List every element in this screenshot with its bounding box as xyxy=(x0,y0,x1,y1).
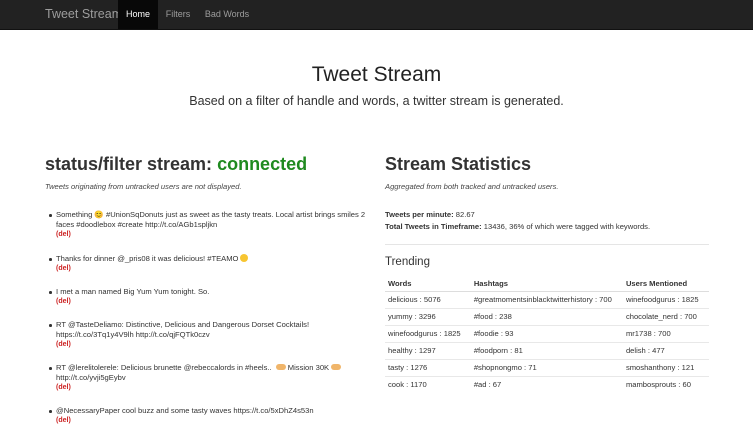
col-header-hashtags: Hashtags xyxy=(470,275,623,292)
tweet-text-cont: Mission 30K xyxy=(287,363,330,372)
total-label: Total Tweets in Timeframe: xyxy=(385,222,482,231)
table-header-row: Words Hashtags Users Mentioned xyxy=(385,275,709,292)
tweet-link[interactable]: http://t.co/yvji5gEybv xyxy=(56,373,126,382)
tweet-item: RT @TasteDeliamo: Distinctive, Delicious… xyxy=(49,320,368,350)
tweet-item: RT @lerelitolerele: Delicious brunette @… xyxy=(49,363,368,393)
hashtag-cell: #ad : 67 xyxy=(470,376,623,393)
tweet-text: RT @TasteDeliamo: Distinctive, Delicious… xyxy=(56,320,310,339)
trending-heading: Trending xyxy=(385,256,430,268)
tpm-value: 82.67 xyxy=(455,210,475,219)
word-cell: tasty : 1276 xyxy=(385,359,471,377)
delete-link[interactable]: (del) xyxy=(56,230,368,240)
page-title: Tweet Stream xyxy=(311,63,442,86)
word-cell: cook : 1170 xyxy=(385,376,471,393)
word-cell: yummy : 3296 xyxy=(385,308,471,326)
trending-table: Words Hashtags Users Mentioned delicious… xyxy=(385,275,709,393)
table-row: cook : 1170 #ad : 67 mambosprouts : 60 xyxy=(385,376,709,393)
stats-heading: Stream Statistics xyxy=(385,154,532,174)
delete-link[interactable]: (del) xyxy=(56,383,368,393)
col-header-users: Users Mentioned xyxy=(622,275,709,292)
table-row: delicious : 5076 #greatmomentsinblacktwi… xyxy=(385,291,709,309)
hashtag-cell: #foodie : 93 xyxy=(470,325,623,343)
total-value: 13436, 36% of which were tagged with key… xyxy=(483,222,651,231)
tweet-text: Thanks for dinner @_pris08 it was delici… xyxy=(56,254,239,263)
tpm-label: Tweets per minute: xyxy=(385,210,454,219)
stream-note: Tweets originating from untracked users … xyxy=(45,182,242,191)
tweet-item: @NecessaryPaper cool buzz and some tasty… xyxy=(49,406,368,426)
brand-link[interactable]: Tweet Stream xyxy=(45,0,122,29)
tweet-text: @NecessaryPaper cool buzz and some tasty… xyxy=(56,406,314,415)
delete-link[interactable]: (del) xyxy=(56,297,368,307)
total-tweets: Total Tweets in Timeframe: 13436, 36% of… xyxy=(385,222,650,231)
user-cell: mr1738 : 700 xyxy=(622,325,709,343)
stream-status: connected xyxy=(217,154,308,174)
word-cell: delicious : 5076 xyxy=(385,291,471,309)
tweet-item: Something 😊 #UnionSqDonuts just as sweet… xyxy=(49,210,368,240)
tweets-per-minute: Tweets per minute: 82.67 xyxy=(385,210,475,219)
stream-heading: status/filter stream: connected xyxy=(45,154,307,175)
stats-note: Aggregated from both tracked and untrack… xyxy=(385,182,559,191)
word-cell: winefoodgurus : 1825 xyxy=(385,325,471,343)
hashtag-cell: #foodporn : 81 xyxy=(470,342,623,360)
user-cell: delish : 477 xyxy=(622,342,709,360)
user-cell: chocolate_nerd : 700 xyxy=(622,308,709,326)
col-header-words: Words xyxy=(385,275,471,292)
tweet-item: Thanks for dinner @_pris08 it was delici… xyxy=(49,254,368,274)
pointing-hand-emoji-icon xyxy=(275,364,286,370)
hashtag-cell: #greatmomentsinblacktwitterhistory : 700 xyxy=(470,291,623,309)
hashtag-cell: #shopnongmo : 71 xyxy=(470,359,623,377)
delete-link[interactable]: (del) xyxy=(56,416,368,426)
word-cell: healthy : 1297 xyxy=(385,342,471,360)
page-subtitle: Based on a filter of handle and words, a… xyxy=(189,94,564,108)
kiss-emoji-icon xyxy=(240,254,249,262)
navbar: Tweet Stream Home Filters Bad Words xyxy=(0,0,753,30)
nav-home[interactable]: Home xyxy=(118,0,158,29)
table-row: winefoodgurus : 1825 #foodie : 93 mr1738… xyxy=(385,325,709,343)
table-row: tasty : 1276 #shopnongmo : 71 smoshantho… xyxy=(385,359,709,377)
table-row: healthy : 1297 #foodporn : 81 delish : 4… xyxy=(385,342,709,360)
divider xyxy=(385,244,709,245)
hashtag-cell: #food : 238 xyxy=(470,308,623,326)
tweet-text: RT @lerelitolerele: Delicious brunette @… xyxy=(56,363,272,372)
delete-link[interactable]: (del) xyxy=(56,264,368,274)
table-row: yummy : 3296 #food : 238 chocolate_nerd … xyxy=(385,308,709,326)
nav-filters[interactable]: Filters xyxy=(161,0,195,29)
user-cell: mambosprouts : 60 xyxy=(622,376,709,393)
tweet-item: I met a man named Big Yum Yum tonight. S… xyxy=(49,287,368,307)
user-cell: smoshanthony : 121 xyxy=(622,359,709,377)
delete-link[interactable]: (del) xyxy=(56,340,368,350)
tweet-text-wrap: RT @lerelitolerele: Delicious brunette @… xyxy=(56,363,368,383)
stream-heading-label: status/filter stream: xyxy=(45,154,218,174)
tweet-text-wrap: Thanks for dinner @_pris08 it was delici… xyxy=(56,254,368,264)
nav-bad-words[interactable]: Bad Words xyxy=(199,0,255,29)
user-cell: winefoodgurus : 1825 xyxy=(622,291,709,309)
tweet-text: Something 😊 #UnionSqDonuts just as sweet… xyxy=(56,210,366,229)
pointing-hand-emoji-icon xyxy=(331,364,342,370)
tweet-text: I met a man named Big Yum Yum tonight. S… xyxy=(56,287,210,296)
